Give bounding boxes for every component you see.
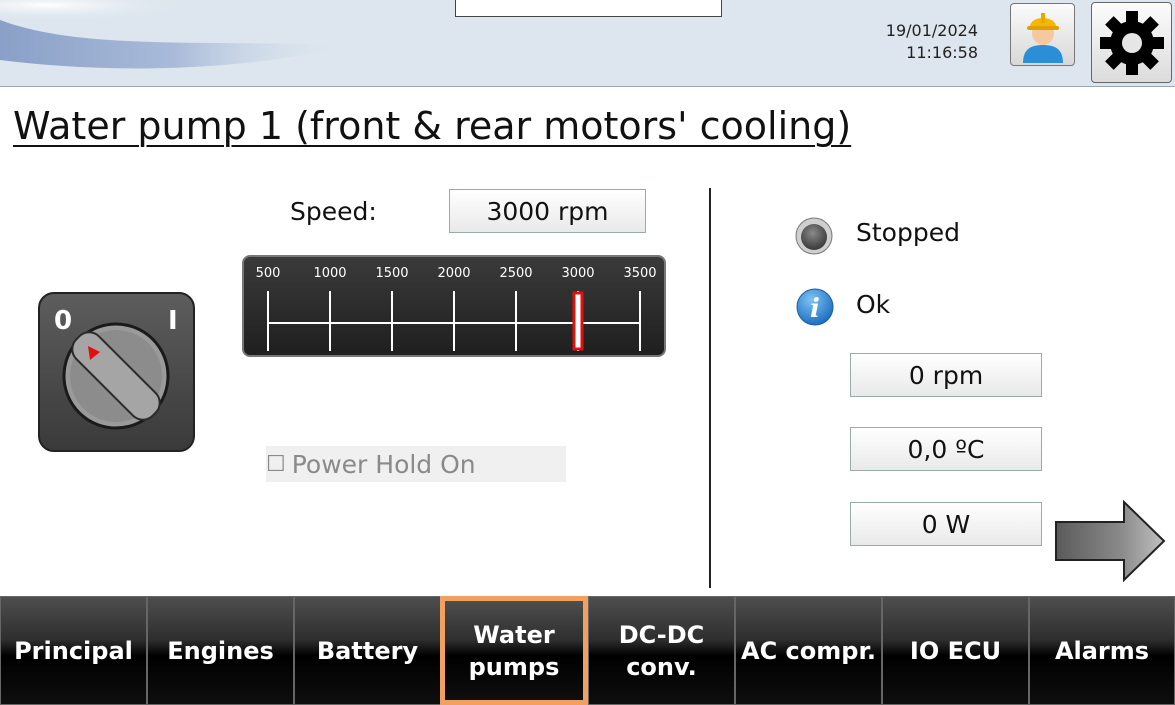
gauge-tick-label: 2500 [499,266,532,281]
header-bar: 19/01/2024 11:16:58 [0,0,1175,87]
speed-value-field[interactable]: 3000 rpm [449,189,646,233]
user-button[interactable] [1010,3,1075,66]
rpm-value-field: 0 rpm [850,353,1042,397]
rotary-switch[interactable]: 0 I [38,292,195,452]
info-icon: i [796,288,834,326]
page-title: Water pump 1 (front & rear motors' cooli… [13,104,852,148]
nav-tab-alarms[interactable]: Alarms [1029,596,1175,705]
speed-gauge[interactable]: 500 1000 1500 2000 2500 3000 3500 [242,255,666,357]
nav-tab-label: Engines [167,636,274,665]
gauge-tick-label: 3500 [623,266,656,281]
gauge-tick-label: 1500 [375,266,408,281]
gauge-tick-label: 3000 [561,266,594,281]
nav-tab-ac-compr[interactable]: AC compr. [735,596,882,705]
nav-tab-label: IO ECU [909,636,1002,665]
info-status-text: Ok [856,290,891,319]
switch-knob [62,322,170,430]
nav-tab-label: Water pumps [468,620,560,681]
nav-tab-water-pumps[interactable]: Water pumps [440,596,588,705]
nav-tab-principal[interactable]: Principal [0,596,147,705]
nav-tab-label: AC compr. [741,636,876,665]
power-hold-label: Power Hold On [291,449,476,479]
top-center-field [455,0,722,17]
user-worker-icon [1022,12,1063,63]
gauge-tick-label: 500 [256,266,281,281]
nav-tab-label: Principal [14,636,133,665]
gear-icon [1099,10,1164,75]
next-arrow-button[interactable] [1054,500,1168,582]
nav-tab-io-ecu[interactable]: IO ECU [882,596,1029,705]
datetime-display: 19/01/2024 11:16:58 [858,20,978,64]
temperature-value-field: 0,0 ºC [850,427,1042,471]
bottom-nav: Principal Engines Battery Water pumps DC-DC … [0,596,1175,705]
time-text: 11:16:58 [906,43,978,62]
svg-text:i: i [810,294,820,324]
gauge-tick-label: 2000 [437,266,470,281]
nav-tab-engines[interactable]: Engines [147,596,294,705]
nav-tab-label: DC-DC conv. [618,620,705,681]
brand-logo [0,0,350,69]
nav-tab-dc-dc-conv[interactable]: DC-DC conv. [588,596,735,705]
status-state-text: Stopped [856,218,960,247]
nav-tab-battery[interactable]: Battery [294,596,441,705]
power-value-field: 0 W [850,502,1042,546]
gauge-tick-label: 1000 [313,266,346,281]
date-text: 19/01/2024 [885,21,978,40]
power-hold-checkbox[interactable]: ☐ Power Hold On [266,446,566,482]
status-led-icon [795,217,833,255]
vertical-divider [709,188,711,588]
checkbox-icon: ☐ [266,451,286,477]
nav-tab-label: Alarms [1054,636,1150,665]
gauge-value-marker [572,291,584,351]
speed-label: Speed: [290,197,377,226]
nav-tab-label: Battery [316,636,419,665]
settings-button[interactable] [1091,2,1172,83]
